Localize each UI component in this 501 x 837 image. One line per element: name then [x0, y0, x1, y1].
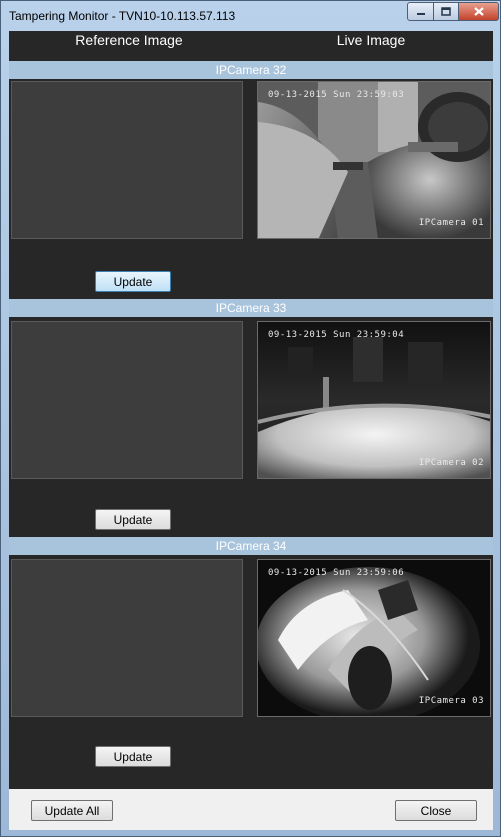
live-timestamp: 09-13-2015 Sun 23:59:06	[268, 568, 405, 578]
maximize-button[interactable]	[433, 2, 459, 21]
close-button[interactable]: Close	[395, 800, 477, 821]
live-camera-label: IPCamera 03	[418, 696, 484, 706]
live-image-feed	[258, 322, 490, 478]
live-image-header: Live Image	[336, 32, 406, 48]
update-all-button[interactable]: Update All	[31, 800, 113, 821]
live-camera-label: IPCamera 01	[418, 218, 484, 228]
maximize-icon	[441, 7, 451, 16]
live-image: 09-13-2015 Sun 23:59:03 IPCamera 01	[257, 81, 491, 239]
live-timestamp: 09-13-2015 Sun 23:59:03	[268, 90, 405, 100]
update-button[interactable]: Update	[95, 746, 171, 767]
live-image: 09-13-2015 Sun 23:59:04 IPCamera 02	[257, 321, 491, 479]
close-icon	[473, 7, 484, 16]
update-button[interactable]: Update	[95, 509, 171, 530]
live-image: 09-13-2015 Sun 23:59:06 IPCamera 03	[257, 559, 491, 717]
live-image-feed	[258, 560, 490, 716]
live-camera-label: IPCamera 02	[418, 458, 484, 468]
tampering-monitor-window: Tampering Monitor - TVN10-10.113.57.113 …	[0, 0, 501, 837]
reference-image	[11, 559, 243, 717]
camera-header: IPCamera 33	[9, 299, 493, 317]
minimize-button[interactable]	[407, 2, 434, 21]
reference-image	[11, 81, 243, 239]
dialog-footer: Update All Close	[9, 789, 493, 830]
minimize-icon	[416, 12, 425, 15]
window-title: Tampering Monitor - TVN10-10.113.57.113	[9, 9, 236, 23]
live-timestamp: 09-13-2015 Sun 23:59:04	[268, 330, 405, 340]
update-button[interactable]: Update	[95, 271, 171, 292]
title-bar[interactable]: Tampering Monitor - TVN10-10.113.57.113	[1, 1, 500, 31]
live-image-feed	[258, 82, 490, 238]
close-window-button[interactable]	[458, 2, 499, 21]
camera-header: IPCamera 32	[9, 61, 493, 79]
monitor-panel: Reference Image Live Image IPCamera 32 0…	[9, 31, 493, 830]
camera-header: IPCamera 34	[9, 537, 493, 555]
reference-image	[11, 321, 243, 479]
reference-image-header: Reference Image	[75, 32, 183, 48]
